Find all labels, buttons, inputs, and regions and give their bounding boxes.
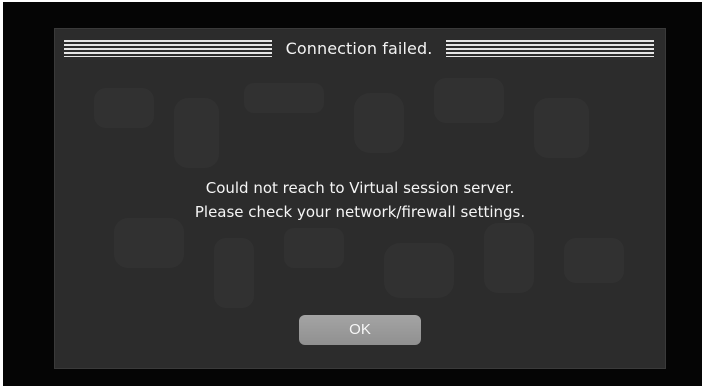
message-line-1: Could not reach to Virtual session serve… <box>205 179 515 197</box>
dialog-message: Could not reach to Virtual session serve… <box>54 176 666 224</box>
dialog-title-bar: Connection failed. <box>64 34 654 62</box>
ok-button[interactable]: OK <box>299 315 421 345</box>
title-stripes-left <box>64 39 272 57</box>
screen: Connection failed. Could not reach to Vi… <box>3 2 702 386</box>
connection-error-dialog: Connection failed. Could not reach to Vi… <box>54 28 666 369</box>
dialog-title: Connection failed. <box>285 38 433 58</box>
title-stripes-right <box>446 39 654 57</box>
message-line-2: Please check your network/firewall setti… <box>194 203 526 221</box>
